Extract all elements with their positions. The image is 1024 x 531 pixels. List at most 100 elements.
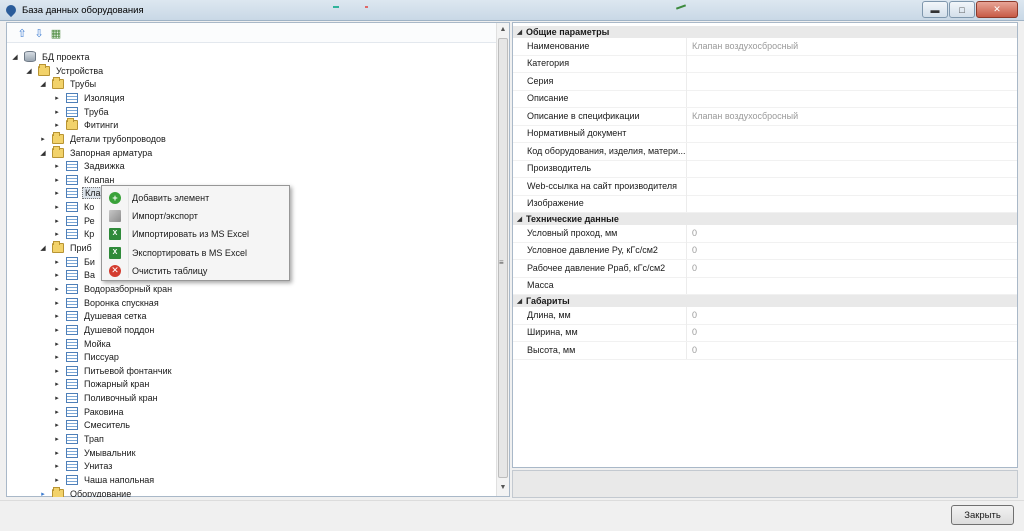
expand-arrow-icon[interactable]: ▸ (53, 462, 61, 470)
expand-arrow-icon[interactable]: ▸ (39, 135, 47, 143)
maximize-button[interactable]: □ (949, 1, 975, 18)
property-row[interactable]: Web-ссылка на сайт производителя (513, 178, 1017, 196)
property-row[interactable]: Описание в спецификации Клапан воздухосбр… (513, 108, 1017, 126)
property-value[interactable]: 0 (687, 245, 697, 255)
collapse-arrow-icon[interactable]: ◢ (39, 244, 47, 252)
collapse-arrow-icon[interactable]: ◢ (11, 53, 19, 61)
tree-node[interactable]: ▸ Поливочный кран (53, 391, 160, 404)
collapse-arrow-icon[interactable]: ◢ (513, 28, 526, 36)
tree-node[interactable]: ▸ Питьевой фонтанчик (53, 364, 174, 377)
property-row[interactable]: Серия (513, 73, 1017, 91)
menu-item-add-element[interactable]: + Добавить элемент (104, 189, 288, 206)
expand-arrow-icon[interactable]: ▸ (53, 353, 61, 361)
menu-item-import-export[interactable]: Импорт/экспорт (104, 207, 288, 224)
tree-node[interactable]: ▸ Задвижка (53, 159, 127, 172)
property-value[interactable]: 0 (687, 228, 697, 238)
tree-node[interactable]: ▸ Душевая сетка (53, 309, 149, 322)
expand-arrow-icon[interactable]: ▸ (53, 326, 61, 334)
expand-arrow-icon[interactable]: ▸ (53, 94, 61, 102)
expand-arrow-icon[interactable]: ▸ (53, 367, 61, 375)
property-row[interactable]: Условный проход, мм 0 (513, 225, 1017, 243)
tree-node[interactable]: ▸ Пожарный кран (53, 377, 151, 390)
menu-item-clear-table[interactable]: ✕ Очистить таблицу (104, 262, 288, 279)
tree-node[interactable]: ▸ Душевой поддон (53, 323, 156, 336)
tree-node[interactable]: ▸ Би (53, 255, 97, 268)
property-row[interactable]: Масса (513, 277, 1017, 295)
tree-node[interactable]: ▸ Раковина (53, 405, 126, 418)
expand-arrow-icon[interactable]: ▸ (53, 189, 61, 197)
collapse-arrow-icon[interactable]: ◢ (39, 80, 47, 88)
expand-arrow-icon[interactable]: ▸ (53, 380, 61, 388)
tree-node-selected[interactable]: ▸ Кла (53, 186, 104, 199)
expand-arrow-icon[interactable]: ▸ (53, 340, 61, 348)
close-window-button[interactable]: ✕ (976, 1, 1018, 18)
minimize-button[interactable]: ▬ (922, 1, 948, 18)
close-button[interactable]: Закрыть (951, 505, 1014, 525)
expand-arrow-icon[interactable]: ▸ (53, 299, 61, 307)
expand-arrow-icon[interactable]: ▸ (53, 203, 61, 211)
tree-node[interactable]: ▸ Ва (53, 268, 97, 281)
tree-node[interactable]: ▸ Водоразборный кран (53, 282, 174, 295)
expand-arrow-icon[interactable]: ▸ (53, 230, 61, 238)
move-down-icon[interactable]: ⇩ (32, 26, 46, 40)
property-value[interactable]: Клапан воздухосбросный (687, 111, 798, 121)
property-value[interactable]: Клапан воздухосбросный (687, 41, 798, 51)
tree-node[interactable]: ▸ Оборудование (39, 486, 133, 498)
tree-node[interactable]: ▸ Труба (53, 105, 110, 118)
property-row[interactable]: Категория (513, 55, 1017, 73)
property-row[interactable]: Нормативный документ (513, 125, 1017, 143)
expand-arrow-icon[interactable]: ▸ (53, 312, 61, 320)
tree-node[interactable]: ◢ Запорная арматура (39, 145, 154, 159)
tree-node[interactable]: ◢ Устройства (25, 63, 105, 77)
section-technical[interactable]: ◢ Технические данные (513, 213, 1017, 225)
tree-node[interactable]: ▸ Изоляция (53, 91, 126, 104)
expand-arrow-icon[interactable]: ▸ (53, 176, 61, 184)
property-row[interactable]: Наименование Клапан воздухосбросный (513, 38, 1017, 56)
expand-arrow-icon[interactable]: ▸ (53, 108, 61, 116)
tree-node[interactable]: ▸ Ре (53, 214, 97, 227)
section-dimensions[interactable]: ◢ Габариты (513, 295, 1017, 307)
expand-arrow-icon[interactable]: ▸ (53, 258, 61, 266)
expand-arrow-icon[interactable]: ▸ (53, 476, 61, 484)
property-row[interactable]: Высота, мм 0 (513, 342, 1017, 360)
collapse-arrow-icon[interactable]: ◢ (513, 297, 526, 305)
expand-arrow-icon[interactable]: ▸ (39, 490, 47, 498)
menu-item-export-excel[interactable]: X Экспортировать в MS Excel (104, 244, 288, 261)
tree-node[interactable]: ▸ Детали трубопроводов (39, 131, 168, 145)
collapse-arrow-icon[interactable]: ◢ (513, 215, 526, 223)
tree-node[interactable]: ▸ Трап (53, 432, 106, 445)
scroll-up-icon[interactable]: ▲ (497, 24, 509, 36)
property-value[interactable]: 0 (687, 310, 697, 320)
tree-node[interactable]: ▸ Мойка (53, 337, 113, 350)
property-row[interactable]: Код оборудования, изделия, матери... (513, 143, 1017, 161)
tree-node[interactable]: ▸ Умывальник (53, 446, 138, 459)
property-value[interactable]: 0 (687, 345, 697, 355)
expand-arrow-icon[interactable]: ▸ (53, 449, 61, 457)
expand-arrow-icon[interactable]: ▸ (53, 421, 61, 429)
property-row[interactable]: Описание (513, 90, 1017, 108)
property-row[interactable]: Условное давление Ру, кГс/см2 0 (513, 242, 1017, 260)
tree-node[interactable]: ▸ Чаша напольная (53, 473, 156, 486)
tree-node[interactable]: ▸ Воронка спускная (53, 296, 161, 309)
tree-node[interactable]: ▸ Кр (53, 227, 96, 240)
section-general[interactable]: ◢ Общие параметры (513, 26, 1017, 38)
expand-arrow-icon[interactable]: ▸ (53, 271, 61, 279)
tree-node[interactable]: ▸ Фитинги (53, 117, 120, 131)
expand-arrow-icon[interactable]: ▸ (53, 217, 61, 225)
tree-node[interactable]: ◢ Приб (39, 240, 94, 254)
scroll-down-icon[interactable]: ▼ (497, 482, 509, 494)
tree-node[interactable]: ▸ Писсуар (53, 350, 121, 363)
property-row[interactable]: Изображение (513, 195, 1017, 213)
tree-node[interactable]: ◢ БД проекта (11, 50, 91, 63)
expand-arrow-icon[interactable]: ▸ (53, 435, 61, 443)
property-row[interactable]: Длина, мм 0 (513, 307, 1017, 325)
expand-arrow-icon[interactable]: ▸ (53, 394, 61, 402)
expand-arrow-icon[interactable]: ▸ (53, 162, 61, 170)
property-value[interactable]: 0 (687, 327, 697, 337)
property-row[interactable]: Рабочее давление Рраб, кГс/см2 0 (513, 260, 1017, 278)
expand-arrow-icon[interactable]: ▸ (53, 408, 61, 416)
collapse-arrow-icon[interactable]: ◢ (39, 149, 47, 157)
move-up-icon[interactable]: ⇧ (15, 26, 29, 40)
menu-item-import-excel[interactable]: X Импортировать из MS Excel (104, 225, 288, 242)
splitter-handle-icon[interactable]: ≡ (499, 258, 504, 267)
